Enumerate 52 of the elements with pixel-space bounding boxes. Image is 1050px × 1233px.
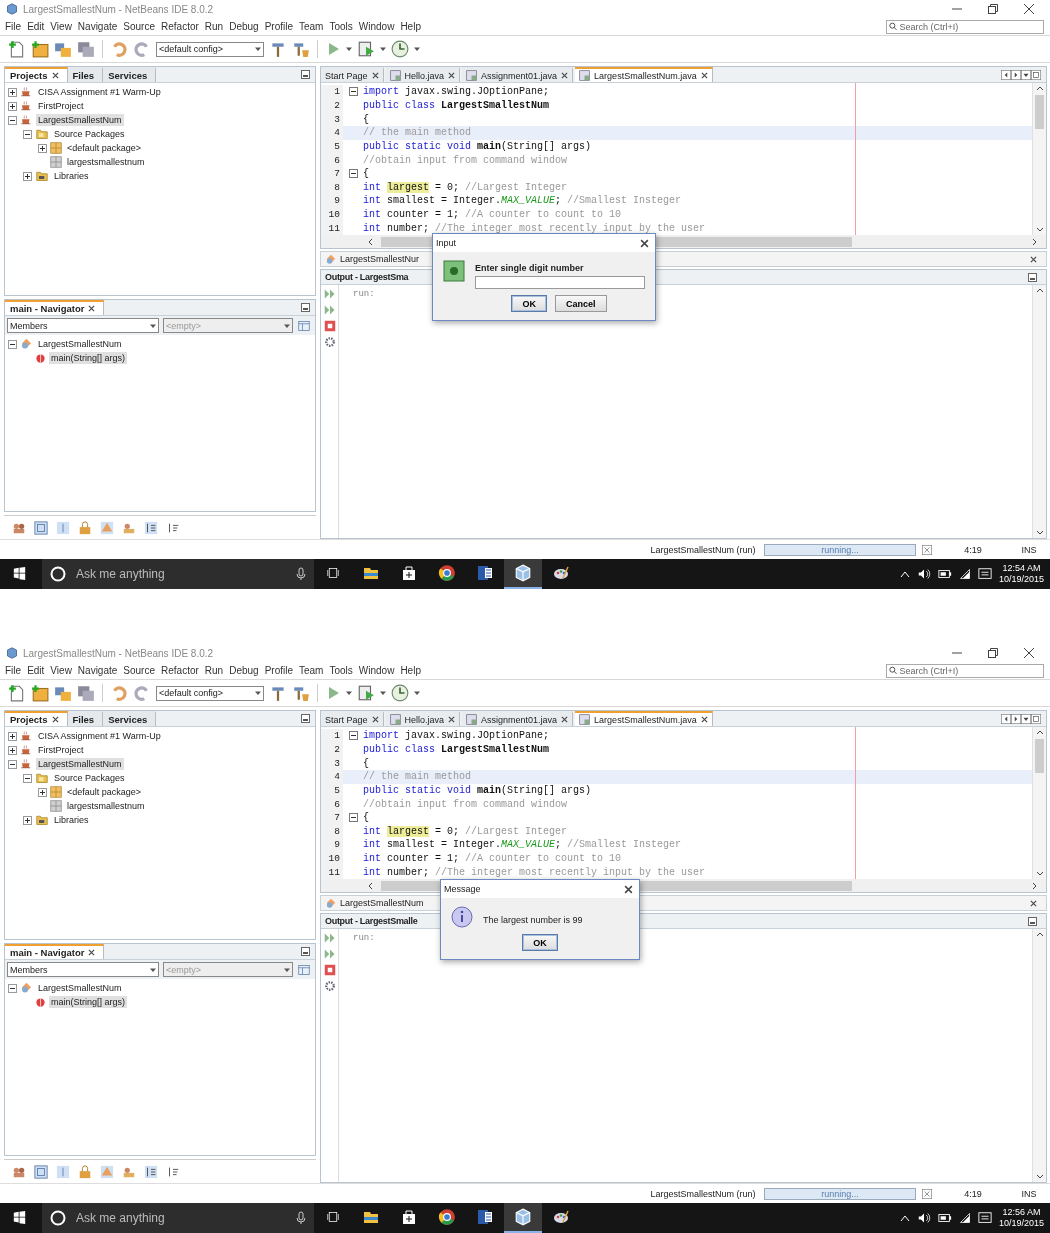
code-line: //obtain input from command window [363, 154, 568, 166]
panel-title: Output - LargestSmalle [325, 916, 418, 926]
code-line: import javax.swing.JOptionPane; [363, 86, 550, 98]
code-line: public class LargestSmallestNum [363, 99, 550, 111]
line-number: 3 [321, 112, 343, 126]
code-line: public class LargestSmallestNum [363, 743, 550, 755]
code-line: int smallest = Integer.MAX_VALUE; //Smallest Insteger [363, 195, 682, 207]
progress-bar: running... [764, 543, 916, 556]
window-title: LargestSmallestNum - NetBeans IDE 8.0.2 [23, 647, 214, 659]
line-number: 8 [321, 180, 343, 195]
code-line: { [363, 113, 369, 125]
progress-bar: running... [764, 1187, 916, 1200]
dialog-message: Enter single digit number [475, 263, 585, 273]
code-line: int number; //The integer most recently input by the user [363, 222, 706, 234]
line-number: 3 [321, 756, 343, 770]
code-line: { [363, 757, 369, 769]
caret-position: 4:19 [963, 1188, 983, 1199]
console-output: run: [353, 289, 375, 299]
line-number: 8 [321, 824, 343, 839]
dialog-title: Input [436, 238, 457, 248]
code-line: int counter = 1; //A counter to count to 10 [363, 209, 622, 221]
line-number: 9 [321, 194, 343, 208]
code-line: int largest = 0; //Largest Integer [363, 825, 568, 837]
code-line: import javax.swing.JOptionPane; [363, 730, 550, 742]
code-line: int largest = 0; //Largest Integer [363, 181, 568, 193]
code-line: int number; //The integer most recently input by the user [363, 866, 706, 878]
insert-mode: INS [1020, 544, 1038, 555]
code-line: //obtain input from command window [363, 798, 568, 810]
code-line: { [363, 812, 369, 824]
line-number: 11 [321, 221, 343, 236]
window-title: LargestSmallestNum - NetBeans IDE 8.0.2 [23, 3, 214, 15]
code-line: // the main method [363, 771, 472, 783]
code-line: public static void main(String[] args) [363, 140, 592, 152]
line-number: 1 [321, 729, 343, 743]
code-line: int counter = 1; //A counter to count to 10 [363, 853, 622, 865]
code-line: // the main method [363, 127, 472, 139]
line-number: 6 [321, 153, 343, 167]
running-task: LargestSmallestNum (run) [649, 544, 757, 555]
line-number: 1 [321, 85, 343, 99]
console-output: run: [353, 933, 375, 943]
panel-title: Output - LargestSma [325, 272, 409, 282]
dialog-title: Message [444, 884, 481, 894]
line-number: 6 [321, 797, 343, 811]
code-line: int smallest = Integer.MAX_VALUE; //Smallest Insteger [363, 839, 682, 851]
dialog-message: The largest number is 99 [483, 914, 584, 925]
code-line: public static void main(String[] args) [363, 784, 592, 796]
caret-position: 4:19 [963, 544, 983, 555]
running-task: LargestSmallestNum (run) [649, 1188, 757, 1199]
line-number: 11 [321, 865, 343, 880]
insert-mode: INS [1020, 1188, 1038, 1199]
line-number: 9 [321, 838, 343, 852]
code-line: { [363, 168, 369, 180]
